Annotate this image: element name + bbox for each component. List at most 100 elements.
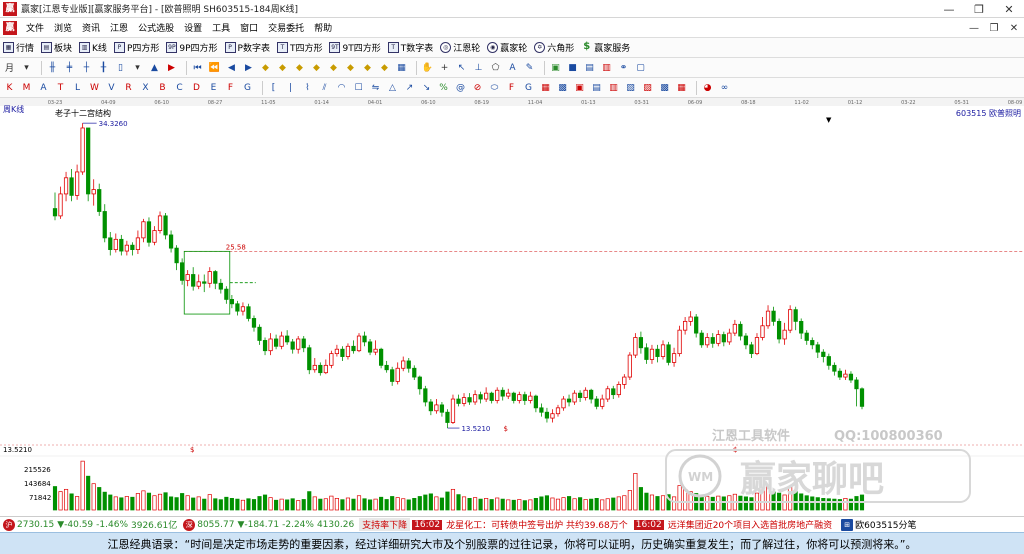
candlestick[interactable] bbox=[561, 396, 566, 411]
square-r4-icon[interactable]: ▦ bbox=[675, 81, 688, 94]
toolbar-button-square-9t[interactable]: 9T 9T四方形 bbox=[329, 41, 381, 54]
arrow-down-icon[interactable]: ↘ bbox=[420, 81, 433, 94]
text-icon[interactable]: A bbox=[506, 61, 519, 74]
candlestick[interactable] bbox=[356, 333, 362, 353]
candlestick[interactable] bbox=[257, 324, 262, 345]
arc-icon[interactable]: ◠ bbox=[335, 81, 348, 94]
diamond-icon[interactable]: ◆ bbox=[378, 61, 391, 74]
sh-index[interactable]: 2730.15 bbox=[17, 520, 54, 530]
candlestick[interactable] bbox=[240, 302, 246, 316]
candlestick[interactable] bbox=[52, 192, 58, 221]
indicator-a-icon[interactable]: A bbox=[37, 81, 50, 94]
gann-box[interactable] bbox=[183, 250, 231, 315]
candlestick[interactable] bbox=[633, 333, 638, 359]
left-icon[interactable]: ◀ bbox=[225, 61, 238, 74]
percent-icon[interactable]: % bbox=[437, 81, 450, 94]
menu-trade[interactable]: 交易委托 bbox=[263, 21, 309, 34]
candlestick[interactable] bbox=[334, 344, 340, 357]
candlestick[interactable] bbox=[694, 314, 699, 338]
candlestick[interactable] bbox=[312, 358, 317, 373]
dropdown-icon[interactable]: ▾ bbox=[20, 61, 33, 74]
toolbar-button-square-p[interactable]: P P四方形 bbox=[113, 41, 159, 54]
candlestick[interactable] bbox=[710, 333, 715, 348]
candlestick[interactable] bbox=[428, 399, 433, 416]
tick-detail-label[interactable]: 欧603515分笔 bbox=[855, 518, 916, 531]
mdi-close-button[interactable]: ✕ bbox=[1004, 18, 1024, 38]
candlestick[interactable] bbox=[743, 333, 749, 350]
mdi-minimize-button[interactable]: — bbox=[964, 18, 984, 38]
toolbar-button-kline[interactable]: ▥ K线 bbox=[79, 41, 107, 54]
candlestick[interactable] bbox=[533, 394, 538, 413]
candlestick[interactable] bbox=[329, 350, 334, 369]
candlestick[interactable] bbox=[340, 346, 345, 361]
candlestick[interactable] bbox=[91, 179, 96, 206]
candlestick[interactable] bbox=[528, 391, 533, 404]
candlestick[interactable] bbox=[390, 366, 395, 386]
candlestick[interactable] bbox=[152, 226, 157, 246]
candlestick[interactable] bbox=[600, 394, 605, 410]
candlestick[interactable] bbox=[97, 183, 102, 216]
candlestick[interactable] bbox=[799, 318, 804, 339]
square-r2-icon[interactable]: ▥ bbox=[607, 81, 620, 94]
candlestick[interactable] bbox=[345, 343, 351, 360]
link-icon[interactable]: ⚭ bbox=[617, 61, 630, 74]
candlestick[interactable] bbox=[649, 344, 655, 364]
dropdown-arrow-icon[interactable]: ▼ bbox=[826, 116, 832, 124]
toolbar-button-gann-wheel[interactable]: ◎ 江恩轮 bbox=[440, 41, 480, 54]
vline-icon[interactable]: | bbox=[284, 81, 297, 94]
fib-icon[interactable]: F bbox=[505, 81, 518, 94]
candlestick[interactable] bbox=[174, 245, 179, 271]
candlestick[interactable] bbox=[58, 186, 63, 219]
toolbar-button-table-p[interactable]: P P数字表 bbox=[224, 41, 270, 54]
indicator-e-icon[interactable]: E bbox=[207, 81, 220, 94]
candlestick[interactable] bbox=[80, 123, 85, 175]
menu-formula[interactable]: 公式选股 bbox=[133, 21, 179, 34]
candlestick[interactable] bbox=[191, 267, 196, 291]
candlestick[interactable] bbox=[456, 394, 461, 407]
candlestick[interactable] bbox=[793, 306, 798, 331]
candlestick[interactable] bbox=[566, 394, 572, 407]
pen-icon[interactable]: ✎ bbox=[523, 61, 536, 74]
candlestick[interactable] bbox=[555, 404, 561, 417]
zoom-in-icon[interactable]: ▲ bbox=[148, 61, 161, 74]
grid-b-icon[interactable]: ▩ bbox=[556, 81, 569, 94]
candlestick[interactable] bbox=[765, 305, 771, 329]
crosshair-icon[interactable]: + bbox=[438, 61, 451, 74]
square-r-icon[interactable]: ▣ bbox=[573, 81, 586, 94]
toolbar-button-winner-wheel[interactable]: ◉ 赢家轮 bbox=[487, 41, 527, 54]
menu-help[interactable]: 帮助 bbox=[309, 21, 337, 34]
candlestick[interactable] bbox=[550, 409, 555, 423]
candlestick[interactable] bbox=[782, 322, 787, 345]
candlestick[interactable] bbox=[235, 300, 240, 316]
candlestick[interactable] bbox=[732, 319, 737, 337]
candlestick[interactable] bbox=[168, 230, 174, 253]
candlestick[interactable] bbox=[74, 164, 80, 200]
square-r3-icon[interactable]: ▨ bbox=[641, 81, 654, 94]
diamond-icon[interactable]: ◆ bbox=[344, 61, 357, 74]
diamond-icon[interactable]: ◆ bbox=[361, 61, 374, 74]
candlestick[interactable] bbox=[290, 338, 295, 354]
candlestick[interactable] bbox=[395, 362, 400, 385]
candlestick[interactable] bbox=[644, 343, 649, 364]
candlestick[interactable] bbox=[583, 387, 588, 401]
candlestick[interactable] bbox=[506, 388, 511, 400]
candlestick[interactable] bbox=[727, 328, 732, 345]
candlestick[interactable] bbox=[511, 391, 516, 404]
candlestick[interactable] bbox=[594, 396, 599, 410]
news-ticker-title[interactable]: 支持率下降 bbox=[359, 518, 411, 531]
candlestick[interactable] bbox=[135, 230, 141, 254]
candlestick[interactable] bbox=[843, 369, 848, 380]
toolbar-button-hexagon[interactable]: ✡ 六角形 bbox=[534, 41, 574, 54]
candlestick[interactable] bbox=[445, 409, 450, 429]
infinity-icon[interactable]: ∞ bbox=[718, 81, 731, 94]
candlestick[interactable] bbox=[273, 334, 279, 350]
indicator-k-icon[interactable]: K bbox=[3, 81, 16, 94]
mdi-restore-button[interactable]: ❐ bbox=[984, 18, 1004, 38]
indicator-t-icon[interactable]: T bbox=[54, 81, 67, 94]
candlestick[interactable] bbox=[423, 385, 428, 407]
candlestick[interactable] bbox=[113, 233, 118, 253]
candlestick[interactable] bbox=[804, 330, 809, 345]
candlestick[interactable] bbox=[157, 211, 163, 234]
menu-file[interactable]: 文件 bbox=[21, 21, 49, 34]
prev-icon[interactable]: ⏪ bbox=[208, 61, 221, 74]
